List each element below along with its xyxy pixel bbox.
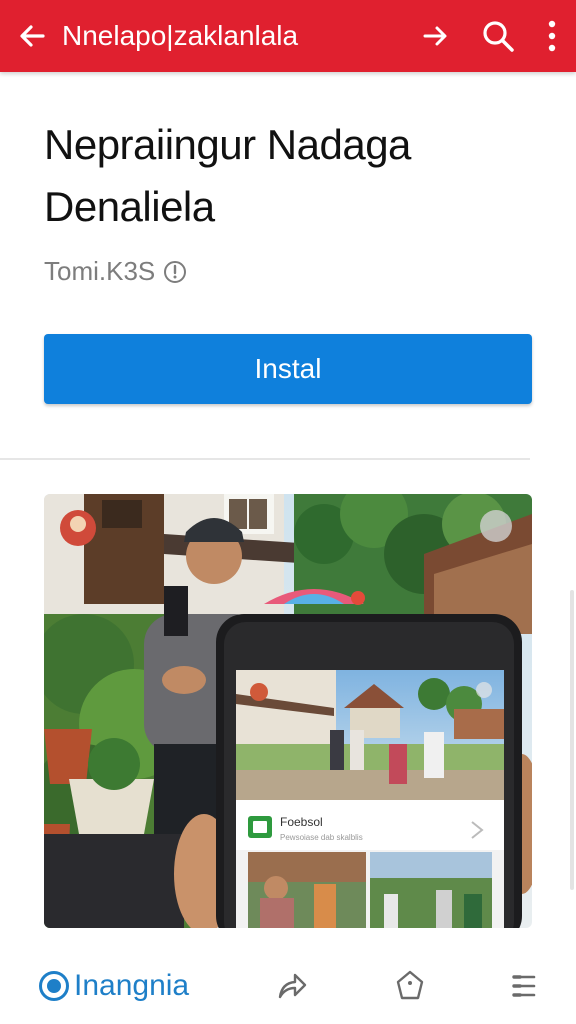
arrow-left-icon — [20, 25, 45, 47]
nav-menu-button[interactable] — [502, 964, 546, 1008]
top-app-bar: Nnelapo|zaklanlala — [0, 0, 576, 72]
scrollbar[interactable] — [570, 590, 574, 890]
phone-card-title: Foebsol — [280, 815, 323, 829]
phone-card-subtitle: Pewsoiase dab skalblis — [280, 833, 363, 842]
bottom-navigation: Inangnia — [0, 948, 576, 1024]
menu-lines-icon — [512, 975, 536, 997]
share-icon — [278, 973, 307, 999]
search-button[interactable] — [474, 12, 522, 60]
app-screenshot[interactable]: Foebsol Pewsoiase dab skalblis — [44, 494, 532, 928]
section-divider — [0, 458, 530, 460]
more-vert-icon — [548, 20, 556, 52]
overflow-menu-button[interactable] — [536, 12, 568, 60]
app-bar-title: Nnelapo|zaklanlala — [62, 20, 299, 51]
screenshot-image: Foebsol Pewsoiase dab skalblis — [44, 494, 532, 928]
app-store-page: Nnelapo|zaklanlala Nepraiingur Nadaga De… — [0, 0, 576, 1024]
app-title: Nepraiingur Nadaga Denaliela — [44, 114, 544, 238]
app-title-line-2: Denaliela — [44, 183, 215, 230]
brand-name: Inangnia — [74, 969, 190, 1002]
share-arrow-icon — [423, 26, 447, 46]
developer-link[interactable]: Tomi.K3S — [44, 256, 187, 287]
developer-name: Tomi.K3S — [44, 256, 156, 286]
app-title-line-1: Nepraiingur Nadaga — [44, 121, 411, 168]
brand-circle-icon — [39, 971, 69, 1001]
nav-tag-button[interactable] — [388, 964, 432, 1008]
tag-icon — [396, 970, 424, 1000]
back-button[interactable] — [8, 12, 56, 60]
nav-share-button[interactable] — [270, 964, 314, 1008]
share-button[interactable] — [412, 12, 460, 60]
brand-home-link[interactable]: Inangnia — [38, 969, 189, 1003]
info-icon — [164, 260, 187, 283]
install-button[interactable]: Instal — [44, 334, 532, 404]
search-icon — [483, 21, 514, 52]
